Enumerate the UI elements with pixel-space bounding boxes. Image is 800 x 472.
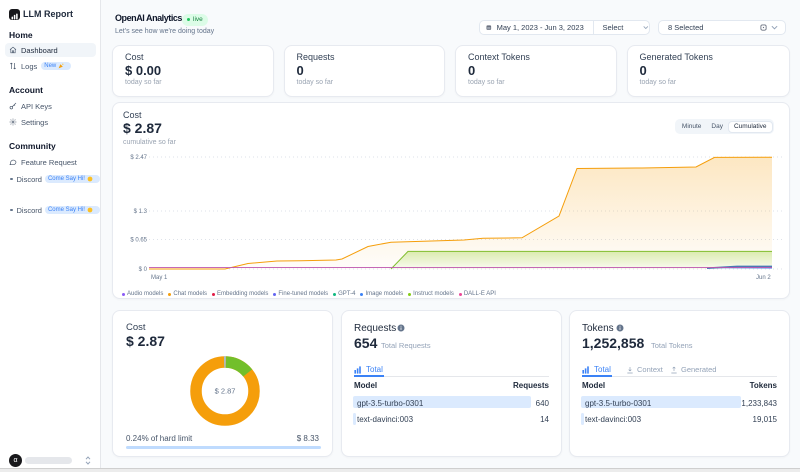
svg-text:May 1: May 1 [151,275,168,281]
svg-text:$ 2.87: $ 2.87 [215,387,236,396]
svg-text:$ 0.65: $ 0.65 [130,238,147,244]
svg-text:$ 1.3: $ 1.3 [134,209,148,215]
svg-text:$ 2.47: $ 2.47 [130,155,147,161]
svg-text:Jun 2: Jun 2 [756,275,771,281]
svg-text:$ 0: $ 0 [139,267,148,273]
